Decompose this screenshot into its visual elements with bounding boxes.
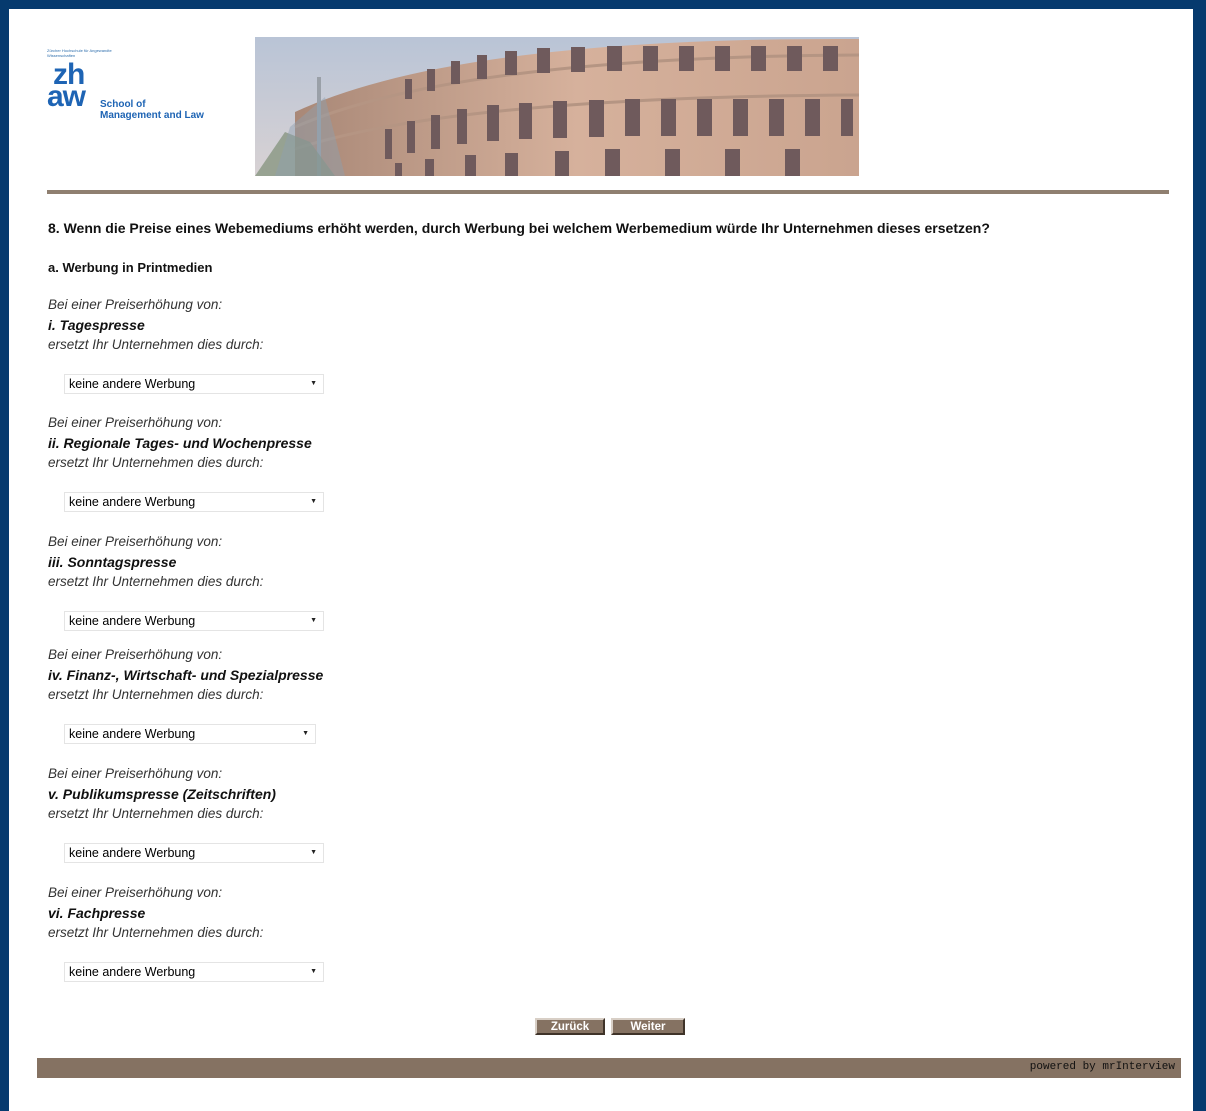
- zhaw-logo: Zürcher Hochschule für Angewandte Wissen…: [45, 45, 235, 135]
- logo-school-line2: Management and Law: [100, 110, 204, 121]
- question-subtitle: a. Werbung in Printmedien: [48, 260, 213, 275]
- replacement-select-4[interactable]: keine andere Werbung ▼: [64, 724, 316, 744]
- dropdown-arrow-icon: ▼: [302, 730, 309, 737]
- footer-bar: powered by mrInterview: [37, 1058, 1181, 1078]
- select-value: keine andere Werbung: [69, 846, 196, 860]
- item-label: iii. Sonntagspresse: [48, 554, 177, 570]
- item-block-3: Bei einer Preiserhöhung von: iii. Sonnta…: [48, 532, 648, 631]
- item-post-text: ersetzt Ihr Unternehmen dies durch:: [48, 806, 264, 821]
- powered-by-text: powered by mrInterview: [1029, 1061, 1175, 1073]
- dropdown-arrow-icon: ▼: [310, 849, 317, 856]
- survey-page: Zürcher Hochschule für Angewandte Wissen…: [9, 9, 1193, 1111]
- dropdown-arrow-icon: ▼: [310, 617, 317, 624]
- item-block-4: Bei einer Preiserhöhung von: iv. Finanz-…: [48, 645, 648, 744]
- select-value: keine andere Werbung: [69, 965, 196, 979]
- item-post-text: ersetzt Ihr Unternehmen dies durch:: [48, 574, 264, 589]
- item-block-2: Bei einer Preiserhöhung von: ii. Regiona…: [48, 413, 648, 512]
- replacement-select-2[interactable]: keine andere Werbung ▼: [64, 492, 324, 512]
- logo-aw: aw: [47, 80, 86, 113]
- dropdown-arrow-icon: ▼: [310, 498, 317, 505]
- item-pre-text: Bei einer Preiserhöhung von:: [48, 534, 223, 549]
- replacement-select-5[interactable]: keine andere Werbung ▼: [64, 843, 324, 863]
- item-pre-text: Bei einer Preiserhöhung von:: [48, 297, 223, 312]
- item-block-6: Bei einer Preiserhöhung von: vi. Fachpre…: [48, 883, 648, 982]
- select-value: keine andere Werbung: [69, 495, 196, 509]
- dropdown-arrow-icon: ▼: [310, 380, 317, 387]
- building-illustration: [255, 37, 859, 176]
- logo-school-name: School of Management and Law: [100, 99, 204, 121]
- replacement-select-3[interactable]: keine andere Werbung ▼: [64, 611, 324, 631]
- item-post-text: ersetzt Ihr Unternehmen dies durch:: [48, 455, 264, 470]
- logo-small-text: Zürcher Hochschule für Angewandte Wissen…: [47, 48, 112, 58]
- item-block-5: Bei einer Preiserhöhung von: v. Publikum…: [48, 764, 648, 863]
- item-post-text: ersetzt Ihr Unternehmen dies durch:: [48, 925, 264, 940]
- item-pre-text: Bei einer Preiserhöhung von:: [48, 766, 223, 781]
- replacement-select-1[interactable]: keine andere Werbung ▼: [64, 374, 324, 394]
- item-pre-text: Bei einer Preiserhöhung von:: [48, 647, 223, 662]
- item-label: i. Tagespresse: [48, 317, 145, 333]
- item-label: iv. Finanz-, Wirtschaft- und Spezialpres…: [48, 667, 324, 683]
- replacement-select-6[interactable]: keine andere Werbung ▼: [64, 962, 324, 982]
- item-block-1: Bei einer Preiserhöhung von: i. Tagespre…: [48, 295, 648, 394]
- dropdown-arrow-icon: ▼: [310, 968, 317, 975]
- select-value: keine andere Werbung: [69, 727, 196, 741]
- next-button[interactable]: Weiter: [611, 1018, 685, 1035]
- item-pre-text: Bei einer Preiserhöhung von:: [48, 415, 223, 430]
- back-button[interactable]: Zurück: [535, 1018, 605, 1035]
- item-post-text: ersetzt Ihr Unternehmen dies durch:: [48, 337, 264, 352]
- item-label: ii. Regionale Tages- und Wochenpresse: [48, 435, 312, 451]
- select-value: keine andere Werbung: [69, 377, 196, 391]
- question-title: 8. Wenn die Preise eines Webemediums erh…: [48, 220, 990, 236]
- header-divider: [47, 190, 1169, 194]
- item-label: vi. Fachpresse: [48, 905, 146, 921]
- item-post-text: ersetzt Ihr Unternehmen dies durch:: [48, 687, 264, 702]
- item-pre-text: Bei einer Preiserhöhung von:: [48, 885, 223, 900]
- item-label: v. Publikumspresse (Zeitschriften): [48, 786, 276, 802]
- logo-school-line1: School of: [100, 99, 146, 110]
- header-building-image: [255, 37, 859, 176]
- select-value: keine andere Werbung: [69, 614, 196, 628]
